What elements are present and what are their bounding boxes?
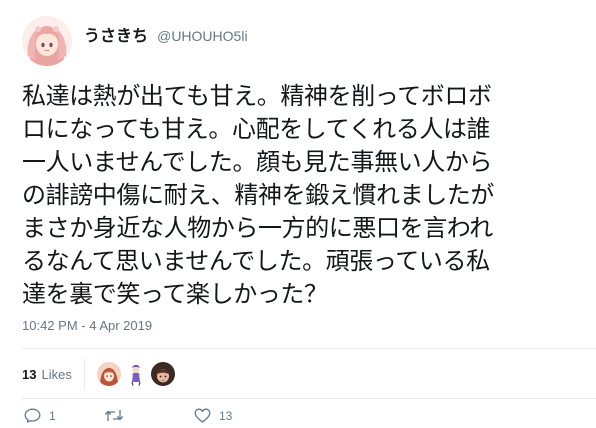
reply-button[interactable]: 1 — [24, 408, 56, 423]
display-name[interactable]: うさきち — [84, 26, 148, 45]
tweet-line: 達を裏で笑って楽しかった？ — [22, 280, 328, 308]
liker-avatar[interactable] — [123, 362, 148, 386]
avatar-illustration-icon — [22, 16, 72, 66]
reply-icon — [24, 408, 41, 423]
retweet-icon — [104, 410, 124, 421]
tweet-text: 私達は熱が出ても甘え。精神を削ってボロボ ロになっても甘え。心配をしてくれる人は… — [22, 80, 582, 311]
user-handle[interactable]: @UHOUHO5li — [157, 28, 247, 44]
liker-avatar-3-icon — [150, 362, 175, 386]
user-avatar[interactable] — [22, 16, 72, 66]
heart-icon — [194, 408, 211, 423]
like-count: 13 — [219, 408, 233, 423]
likes-count[interactable]: 13 — [22, 367, 36, 382]
stats-separator — [83, 358, 85, 390]
divider — [22, 348, 596, 349]
liker-avatar-2-icon — [123, 362, 148, 386]
tweet-line: の誹謗中傷に耐え、精神を鍛え慣れましたが — [22, 181, 494, 209]
tweet-line: まさか身近な人物から一方的に悪口を言われ — [22, 214, 493, 242]
liker-avatar[interactable] — [96, 362, 121, 386]
tweet-timestamp[interactable]: 10:42 PM - 4 Apr 2019 — [22, 318, 152, 333]
tweet-line: 私達は熱が出ても甘え。精神を削ってボロボ — [22, 82, 492, 110]
retweet-button[interactable] — [104, 408, 132, 423]
likes-label[interactable]: Likes — [41, 367, 71, 382]
reply-count: 1 — [49, 408, 56, 423]
tweet-line: ロになっても甘え。心配をしてくれる人は誰 — [22, 115, 491, 143]
divider — [22, 398, 596, 399]
tweet-stats: 13 Likes — [22, 358, 178, 390]
tweet-line: るなんて思いませんでした。頑張っている私 — [22, 247, 490, 275]
tweet-line: 一人いませんでした。顔も見た事無い人から — [22, 148, 493, 176]
like-button[interactable]: 13 — [194, 408, 232, 423]
tweet-card: うさきち @UHOUHO5li 私達は熱が出ても甘え。精神を削ってボロボ ロにな… — [0, 0, 596, 424]
tweet-actions: 1 13 — [22, 408, 582, 428]
liker-avatar[interactable] — [150, 362, 175, 386]
liker-avatar-1-icon — [96, 362, 121, 386]
user-info: うさきち @UHOUHO5li — [84, 22, 248, 46]
